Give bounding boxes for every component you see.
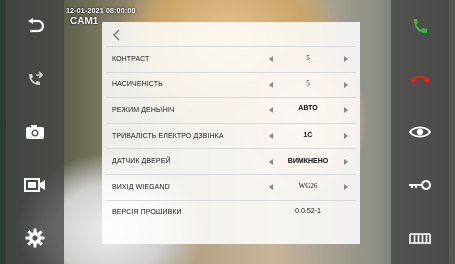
datetime-label: 12-01-2021 08:00:00 <box>66 8 136 15</box>
decrease-arrow[interactable] <box>269 81 273 88</box>
unlock-button[interactable] <box>391 163 449 207</box>
decrease-arrow[interactable] <box>269 133 273 140</box>
right-control-panel <box>391 0 449 264</box>
setting-label: КОНТРАСТ <box>112 55 150 63</box>
gate-icon <box>409 232 431 244</box>
setting-value: WG26 <box>298 182 318 191</box>
monitor-button[interactable] <box>391 110 449 154</box>
decrease-arrow[interactable] <box>269 184 273 191</box>
setting-label: ДАТЧИК ДВЕРЕЙ <box>112 158 171 166</box>
monitor-eye-icon <box>409 126 431 138</box>
hang-up-icon <box>410 75 430 84</box>
answer-call-icon <box>414 19 427 34</box>
setting-value: 1C <box>303 131 313 139</box>
settings-gear-icon <box>25 228 45 248</box>
increase-arrow[interactable] <box>344 184 348 191</box>
snapshot-button[interactable] <box>6 110 64 154</box>
settings-button[interactable] <box>6 216 64 260</box>
decrease-arrow[interactable] <box>269 158 273 165</box>
setting-value: АВТО <box>298 105 318 113</box>
back-arrow-icon <box>28 18 44 33</box>
unlock-key-icon <box>409 179 431 190</box>
chevron-left-icon <box>113 29 120 41</box>
decrease-arrow[interactable] <box>269 107 273 114</box>
image-settings-panel: КОНТРАСТ 5 НАСИЧЕНІСТЬ 5 РЕЖИМ ДЕНЬ\НІЧ … <box>102 22 360 244</box>
back-button[interactable] <box>6 4 64 48</box>
hang-up-button[interactable] <box>391 57 449 101</box>
setting-value: ВИМКНЕНО <box>287 157 329 165</box>
setting-row-saturation: НАСИЧЕНІСТЬ 5 <box>106 73 356 99</box>
setting-label: НАСИЧЕНІСТЬ <box>112 81 163 89</box>
increase-arrow[interactable] <box>344 81 348 88</box>
setting-value: 5 <box>306 79 310 88</box>
setting-row-firmware: ВЕРСІЯ ПРОШИВКИ 0.0.52-1 <box>106 201 356 226</box>
setting-row-wiegand: ВИХІД WIEGAND WG26 <box>106 175 356 201</box>
setting-value: 0.0.52-1 <box>295 207 321 215</box>
camera-icon <box>26 124 44 139</box>
increase-arrow[interactable] <box>344 158 348 165</box>
record-button[interactable] <box>6 163 64 207</box>
setting-row-bell-duration: ТРИВАЛІСТЬ ЕЛЕКТРО ДЗВІНКА 1C <box>106 124 356 150</box>
decrease-arrow[interactable] <box>269 56 273 63</box>
settings-back-button[interactable] <box>110 28 124 42</box>
call-transfer-icon <box>29 71 44 86</box>
setting-label: ТРИВАЛІСТЬ ЕЛЕКТРО ДЗВІНКА <box>112 132 224 140</box>
setting-label: ВИХІД WIEGAND <box>112 183 170 191</box>
setting-row-day-night: РЕЖИМ ДЕНЬ\НІЧ АВТО <box>106 98 356 124</box>
left-control-panel <box>6 0 64 264</box>
record-icon <box>24 177 45 192</box>
increase-arrow[interactable] <box>344 133 348 140</box>
answer-call-button[interactable] <box>391 4 449 48</box>
setting-label: ВЕРСІЯ ПРОШИВКИ <box>112 209 182 217</box>
setting-row-contrast: КОНТРАСТ 5 <box>106 46 356 73</box>
increase-arrow[interactable] <box>344 56 348 63</box>
increase-arrow[interactable] <box>344 107 348 114</box>
setting-value: 5 <box>306 54 310 63</box>
setting-label: РЕЖИМ ДЕНЬ\НІЧ <box>112 106 175 114</box>
call-transfer-button[interactable] <box>6 57 64 101</box>
gate-button[interactable] <box>391 216 449 260</box>
setting-row-door-sensor: ДАТЧИК ДВЕРЕЙ ВИМКНЕНО <box>106 149 356 175</box>
settings-list: КОНТРАСТ 5 НАСИЧЕНІСТЬ 5 РЕЖИМ ДЕНЬ\НІЧ … <box>106 46 356 225</box>
